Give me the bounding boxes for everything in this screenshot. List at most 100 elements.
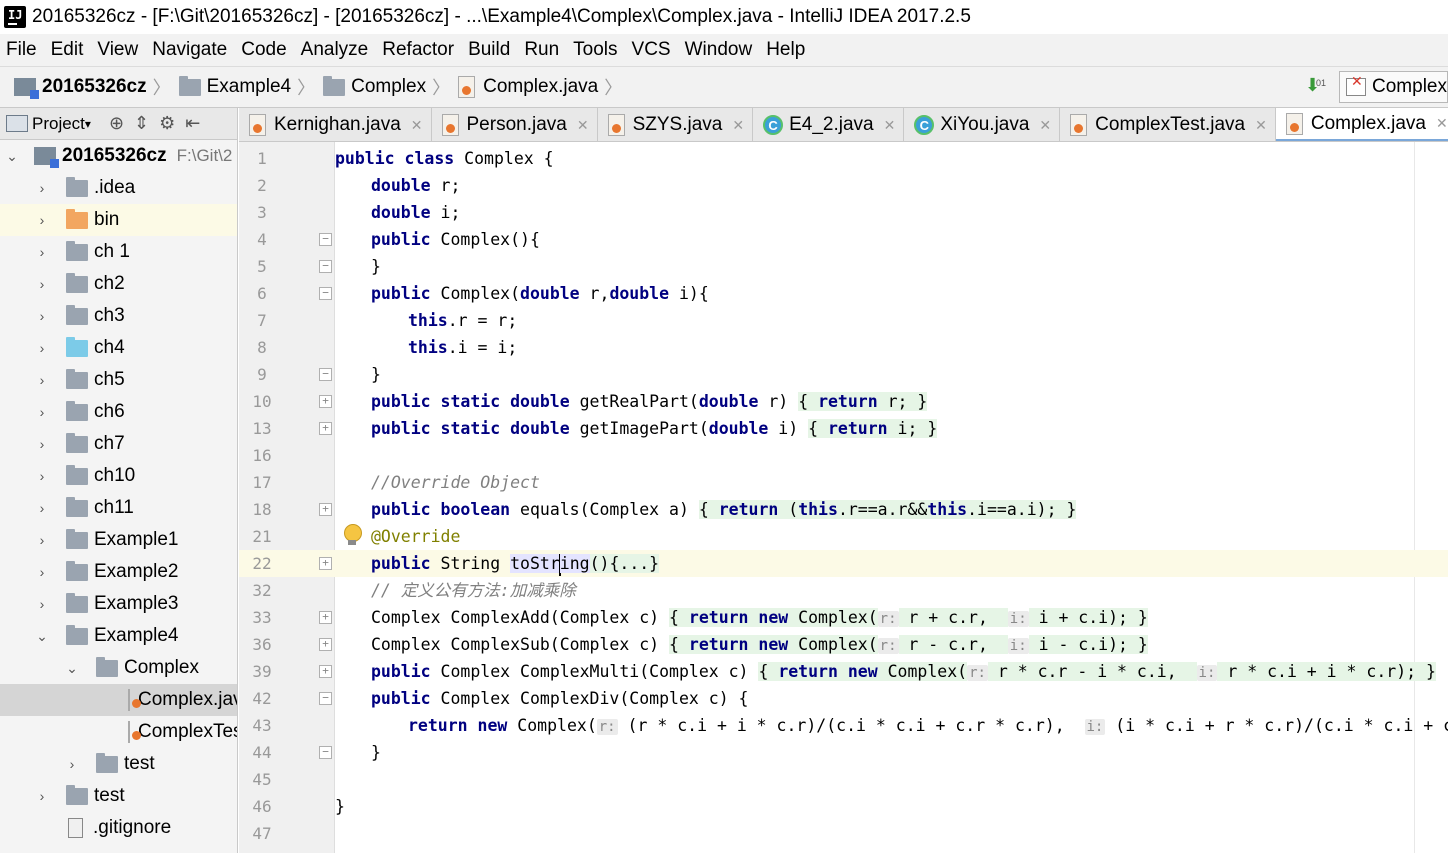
tree-item-ch6[interactable]: › ch6 [0,396,237,428]
code-line[interactable]: 1 public class Complex { [239,145,1448,172]
code-line[interactable]: 7 this.r = r; [239,307,1448,334]
tree-item-complex-package[interactable]: ⌄ Complex [0,652,237,684]
tab-complextest[interactable]: ComplexTest.java ✕ [1060,108,1276,141]
code-line[interactable]: 13 + public static double getImagePart(d… [239,415,1448,442]
run-configuration-selector[interactable]: Complex [1339,71,1448,103]
close-icon[interactable]: ✕ [1039,117,1051,134]
tree-item-ch10[interactable]: › ch10 [0,460,237,492]
code-line-current[interactable]: 22 + public String toString(){...} [239,550,1448,577]
fold-expand-icon[interactable]: + [319,557,332,570]
close-icon[interactable]: ✕ [411,117,423,134]
menu-window[interactable]: Window [685,39,753,61]
menu-run[interactable]: Run [524,39,559,61]
collapsed-arrow-icon[interactable]: › [32,308,52,324]
project-view-selector[interactable]: Project [32,114,85,134]
tab-xiyou[interactable]: C XiYou.java ✕ [904,108,1061,141]
menu-view[interactable]: View [97,39,138,61]
tree-item-bin[interactable]: › bin [0,204,237,236]
breadcrumb-project[interactable]: 20165326cz 〉 [14,74,179,100]
collapsed-arrow-icon[interactable]: › [32,564,52,580]
code-line[interactable]: 47 [239,820,1448,847]
collapsed-arrow-icon[interactable]: › [62,756,82,772]
collapsed-arrow-icon[interactable]: › [32,596,52,612]
menu-edit[interactable]: Edit [51,39,84,61]
tree-item-root[interactable]: ⌄ 20165326cz F:\Git\2 [0,140,237,172]
close-icon[interactable]: ✕ [1255,117,1267,134]
expanded-arrow-icon[interactable]: ⌄ [2,148,22,165]
code-line[interactable]: 6 − public Complex(double r,double i){ [239,280,1448,307]
expanded-arrow-icon[interactable]: ⌄ [62,660,82,677]
collapsed-arrow-icon[interactable]: › [32,276,52,292]
fold-expand-icon[interactable]: + [319,638,332,651]
collapsed-arrow-icon[interactable]: › [32,340,52,356]
tree-item-complex-java[interactable]: Complex.java [0,684,237,716]
collapsed-arrow-icon[interactable]: › [32,404,52,420]
collapsed-arrow-icon[interactable]: › [32,788,52,804]
code-line[interactable]: 39 + public Complex ComplexMulti(Complex… [239,658,1448,685]
collapsed-arrow-icon[interactable]: › [32,532,52,548]
dropdown-caret-icon[interactable]: ▾ [85,117,91,131]
menu-navigate[interactable]: Navigate [152,39,227,61]
code-line[interactable]: 8 this.i = i; [239,334,1448,361]
menu-refactor[interactable]: Refactor [382,39,454,61]
code-line[interactable]: 42 − public Complex ComplexDiv(Complex c… [239,685,1448,712]
tree-item-ch4[interactable]: › ch4 [0,332,237,364]
lightbulb-icon[interactable] [343,524,362,546]
fold-marker-icon[interactable]: − [319,233,332,246]
tab-szys[interactable]: SZYS.java ✕ [598,108,754,141]
collapse-all-icon[interactable]: ⇕ [134,113,149,134]
close-icon[interactable]: ✕ [884,117,896,134]
fold-expand-icon[interactable]: + [319,503,332,516]
fold-expand-icon[interactable]: + [319,665,332,678]
code-line[interactable]: 10 + public static double getRealPart(do… [239,388,1448,415]
collapsed-arrow-icon[interactable]: › [32,212,52,228]
code-line[interactable]: 9 − } [239,361,1448,388]
breadcrumb-example4[interactable]: Example4 〉 [178,74,324,100]
collapsed-arrow-icon[interactable]: › [32,244,52,260]
code-line[interactable]: 46 } [239,793,1448,820]
menu-help[interactable]: Help [766,39,805,61]
tab-e4-2[interactable]: C E4_2.java ✕ [753,108,905,141]
close-icon[interactable]: ✕ [577,117,589,134]
tree-item-gitignore[interactable]: .gitignore [0,812,237,844]
tree-item-example4[interactable]: ⌄ Example4 [0,620,237,652]
fold-end-icon[interactable]: − [319,260,332,273]
scroll-from-source-icon[interactable]: ⊕ [109,113,124,134]
fold-expand-icon[interactable]: + [319,395,332,408]
close-icon[interactable]: ✕ [732,117,744,134]
gear-icon[interactable]: ⚙ [159,113,175,134]
code-line[interactable]: 36 + Complex ComplexSub(Complex c) { ret… [239,631,1448,658]
fold-expand-icon[interactable]: + [319,611,332,624]
code-line[interactable]: 33 + Complex ComplexAdd(Complex c) { ret… [239,604,1448,631]
menu-code[interactable]: Code [241,39,286,61]
collapsed-arrow-icon[interactable]: › [32,180,52,196]
collapsed-arrow-icon[interactable]: › [32,436,52,452]
fold-expand-icon[interactable]: + [319,422,332,435]
breadcrumb-complex-package[interactable]: Complex 〉 [323,74,458,100]
code-line[interactable]: 45 [239,766,1448,793]
close-icon[interactable]: ✕ [1436,115,1448,132]
collapsed-arrow-icon[interactable]: › [32,468,52,484]
menu-file[interactable]: File [6,39,37,61]
hide-panel-icon[interactable]: ⇤ [185,113,200,134]
collapsed-arrow-icon[interactable]: › [32,500,52,516]
tree-item-ch11[interactable]: › ch11 [0,492,237,524]
code-line[interactable]: 16 [239,442,1448,469]
tree-item-test[interactable]: › test [0,780,237,812]
tree-item-ch7[interactable]: › ch7 [0,428,237,460]
collapsed-arrow-icon[interactable]: › [32,372,52,388]
code-line[interactable]: 44 − } [239,739,1448,766]
folded-region[interactable]: (){...} [589,554,660,573]
tree-item-example2[interactable]: › Example2 [0,556,237,588]
tree-item-example1[interactable]: › Example1 [0,524,237,556]
menu-tools[interactable]: Tools [573,39,617,61]
code-line[interactable]: 18 + public boolean equals(Complex a) { … [239,496,1448,523]
code-line[interactable]: 21 @Override [239,523,1448,550]
code-editor[interactable]: 1 public class Complex { 2 double r; 3 d… [239,142,1448,853]
code-line[interactable]: 43 return new Complex(r: (r * c.i + i * … [239,712,1448,739]
code-line[interactable]: 5 − } [239,253,1448,280]
build-project-icon[interactable] [1305,74,1329,100]
code-line[interactable]: 3 double i; [239,199,1448,226]
breadcrumb-complex-file[interactable]: Complex.java 〉 [458,74,630,100]
tree-item-example3[interactable]: › Example3 [0,588,237,620]
